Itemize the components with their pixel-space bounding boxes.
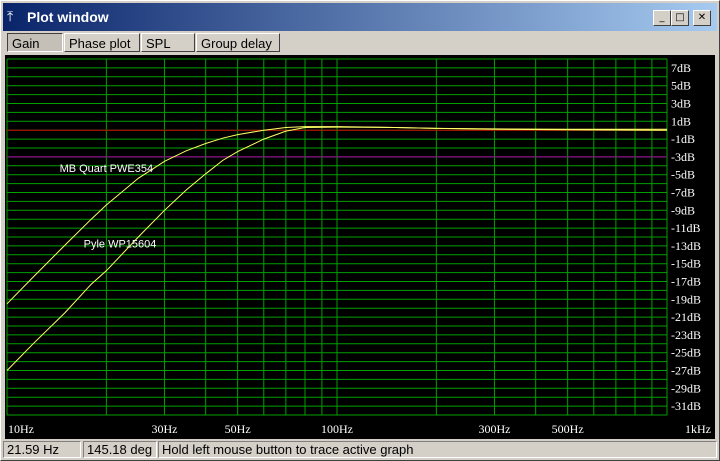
y-tick-label: -5dB [671,168,695,182]
y-tick-label: -1dB [671,132,695,146]
y-tick-label: -17dB [671,275,701,289]
y-tick-label: -31dB [671,399,701,413]
x-tick-label: 30Hz [151,422,177,436]
maximize-button[interactable]: □ [671,10,689,26]
y-tick-label: -19dB [671,292,701,306]
y-tick-label: 3dB [671,97,691,111]
tab-bar: Gain Phase plot SPL Group delay [5,33,715,53]
y-tick-label: -15dB [671,257,701,271]
y-tick-label: -11dB [671,221,701,235]
x-tick-label: 300Hz [478,422,510,436]
tab-group-delay[interactable]: Group delay [196,33,280,52]
gain-plot[interactable]: 7dB 5dB 3dB 1dB -1dB -3dB -5dB -7dB -9dB -11dB -13… [5,55,715,439]
status-bar: 21.59 Hz 145.18 deg Hold left mouse butt… [3,441,717,459]
y-tick-label: -7dB [671,186,695,200]
tab-phase-plot[interactable]: Phase plot [64,33,140,52]
y-tick-label: -25dB [671,346,701,360]
y-tick-label: -29dB [671,381,701,395]
gain-chart[interactable]: 7dB 5dB 3dB 1dB -1dB -3dB -5dB -7dB -9dB -11dB -13… [5,55,715,439]
y-tick-label: -21dB [671,310,701,324]
series-label: MB Quart PWE354 [60,163,154,175]
title-bar[interactable]: ⤒ Plot window _ □ ✕ [3,3,717,31]
minimize-button[interactable]: _ [653,10,671,26]
tab-gain[interactable]: Gain [7,33,63,52]
plot-app-icon: ⤒ [7,8,14,24]
y-tick-label: -23dB [671,328,701,342]
status-frequency: 21.59 Hz [3,441,81,458]
x-tick-label: 100Hz [321,422,353,436]
x-tick-label: 10Hz [8,422,34,436]
y-tick-label: -3dB [671,150,695,164]
series-label: Pyle WP15604 [84,239,157,251]
x-tick-label: 500Hz [552,422,584,436]
plot-window: ⤒ Plot window _ □ ✕ Gain Phase plot SPL … [0,0,720,461]
y-tick-label: 5dB [671,79,691,93]
tab-spl[interactable]: SPL [141,33,195,52]
y-tick-label: 7dB [671,61,691,75]
window-title: Plot window [27,9,109,25]
close-button[interactable]: ✕ [693,10,711,26]
status-phase: 145.18 deg [83,441,157,458]
y-tick-label: 1dB [671,114,691,128]
x-tick-label: 1kHz [685,422,711,436]
y-tick-label: -13dB [671,239,701,253]
y-tick-label: -9dB [671,203,695,217]
y-tick-label: -27dB [671,364,701,378]
status-message: Hold left mouse button to trace active g… [158,441,717,458]
x-tick-label: 50Hz [225,422,251,436]
